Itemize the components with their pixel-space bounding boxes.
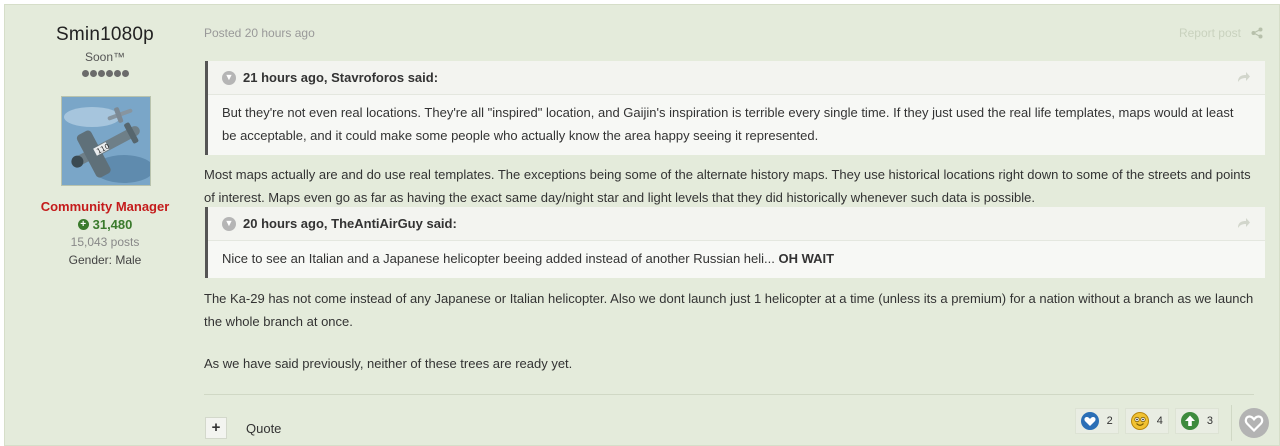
share-arrow-icon[interactable]	[1237, 71, 1251, 83]
quote-block: ▼ 20 hours ago, TheAntiAirGuy said: Nice…	[205, 207, 1265, 278]
quote-button[interactable]: Quote	[246, 421, 281, 436]
react-button[interactable]	[1231, 405, 1269, 441]
post-count: 15,043 posts	[70, 235, 140, 249]
rank-pip-icon	[89, 70, 97, 77]
rank-pip-icon	[105, 70, 113, 77]
chevron-down-icon[interactable]: ▼	[222, 216, 236, 231]
forum-post: Smin1080p Soon™ 110 Community Manager + …	[4, 4, 1280, 446]
gender-field: Gender: Male	[68, 253, 142, 267]
author-name[interactable]: Smin1080p	[5, 24, 205, 46]
rank-pip-icon	[121, 70, 129, 77]
chevron-down-icon[interactable]: ▼	[222, 70, 236, 85]
quote-text-emphasis: OH WAIT	[778, 251, 835, 266]
quote-attribution[interactable]: 21 hours ago, Stavroforos said:	[243, 70, 438, 85]
quote-text: Nice to see an Italian and a Japanese he…	[208, 241, 1265, 278]
avatar[interactable]: 110	[61, 96, 151, 186]
author-title: Soon™	[84, 50, 126, 64]
share-arrow-icon[interactable]	[1237, 217, 1251, 229]
divider	[204, 394, 1254, 395]
plus-circle-icon: +	[77, 219, 89, 230]
reaction-count: 4	[1156, 415, 1163, 427]
rank-pip-icon	[97, 70, 105, 77]
quote-attribution[interactable]: 20 hours ago, TheAntiAirGuy said:	[243, 216, 457, 231]
reaction-count: 2	[1106, 415, 1113, 427]
reaction-count: 3	[1206, 415, 1213, 427]
quote-text: But they're not even real locations. The…	[222, 105, 1234, 143]
rank-pip-icon	[81, 70, 89, 77]
heart-icon	[1239, 408, 1269, 438]
airplane-avatar-image: 110	[62, 97, 150, 185]
reaction-haha[interactable]: 4	[1124, 408, 1169, 434]
reactions-bar: 2 4 3	[1074, 408, 1219, 434]
post-timestamp[interactable]: Posted 20 hours ago	[204, 26, 315, 40]
multiquote-button[interactable]: +	[205, 417, 227, 439]
rank-pips	[5, 70, 205, 77]
rank-pip-icon	[113, 70, 121, 77]
quote-header: ▼ 20 hours ago, TheAntiAirGuy said:	[208, 207, 1265, 241]
author-panel: Smin1080p Soon™ 110 Community Manager + …	[5, 5, 205, 445]
post-paragraph: As we have said previously, neither of t…	[204, 356, 573, 371]
report-post-link[interactable]: Report post	[1179, 26, 1241, 40]
upvote-reaction-icon	[1180, 412, 1199, 430]
quote-text-main: Nice to see an Italian and a Japanese he…	[222, 251, 779, 266]
post-paragraph: The Ka-29 has not come instead of any Ja…	[204, 291, 1254, 329]
quote-header: ▼ 21 hours ago, Stavroforos said:	[208, 61, 1265, 95]
member-group: Community Manager	[40, 199, 170, 214]
heart-reaction-icon	[1080, 412, 1099, 430]
reputation[interactable]: + 31,480	[5, 217, 205, 232]
share-icon[interactable]	[1251, 27, 1263, 39]
quote-block: ▼ 21 hours ago, Stavroforos said: But th…	[205, 61, 1265, 155]
haha-reaction-icon	[1130, 412, 1149, 430]
reputation-value: 31,480	[92, 217, 133, 232]
post-paragraph: Most maps actually are and do use real t…	[204, 167, 1251, 205]
reaction-upvote[interactable]: 3	[1174, 408, 1219, 434]
reaction-heart[interactable]: 2	[1074, 408, 1119, 434]
